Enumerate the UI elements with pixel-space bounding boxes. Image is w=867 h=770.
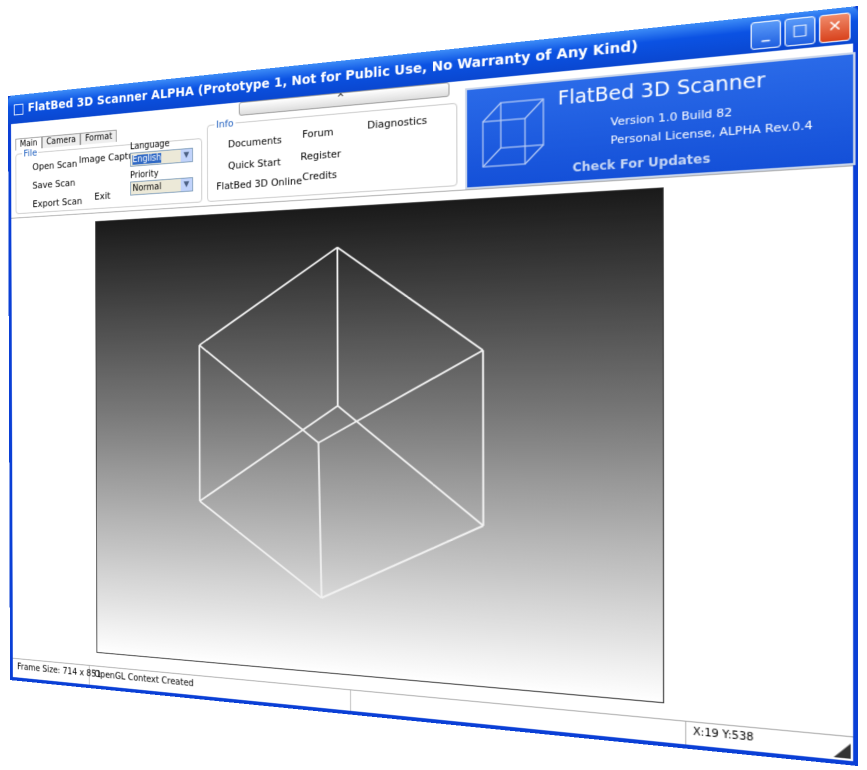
open-scan-button[interactable]: Open Scan [32, 158, 77, 173]
cube-edge [337, 241, 483, 353]
quick-start-link[interactable]: Quick Start [228, 156, 281, 172]
wireframe-cube [96, 188, 663, 702]
register-link[interactable]: Register [300, 148, 341, 163]
export-scan-button[interactable]: Export Scan [32, 195, 82, 209]
close-button[interactable]: ✕ [819, 12, 851, 43]
cube-edge [318, 350, 483, 445]
diagnostics-link[interactable]: Diagnostics [367, 114, 427, 131]
check-updates-link[interactable]: Check For Updates [572, 151, 710, 175]
cube-edge [199, 343, 318, 443]
info-group-label: Info [214, 117, 235, 131]
save-scan-button[interactable]: Save Scan [32, 177, 75, 191]
file-group: File Open Scan Save Scan Export Scan Ima… [15, 138, 202, 214]
flatbed-online-link[interactable]: FlatBed 3D Online [216, 175, 302, 193]
tab-format[interactable]: Format [80, 130, 117, 145]
app-window: FlatBed 3D Scanner ALPHA (Prototype 1, N… [8, 6, 858, 766]
cube-edge [321, 519, 483, 608]
chevron-down-icon: ▼ [181, 178, 193, 191]
exit-button[interactable]: Exit [94, 190, 110, 202]
chevron-down-icon: ▼ [181, 149, 193, 162]
coords-status: X:19 Y:538 [686, 722, 760, 752]
forum-link[interactable]: Forum [302, 126, 333, 141]
tab-camera[interactable]: Camera [42, 133, 81, 148]
frame-size-status: Frame Size: 714 x 851 [13, 659, 90, 685]
language-value: English [132, 153, 161, 165]
minimize-button[interactable]: _ [751, 19, 781, 50]
cube-logo-icon [477, 93, 550, 176]
resize-grip[interactable] [834, 742, 851, 759]
info-group: Info Documents Quick Start FlatBed 3D On… [207, 103, 457, 202]
documents-link[interactable]: Documents [228, 134, 282, 150]
maximize-button[interactable]: □ [785, 16, 816, 47]
cube-edge [318, 443, 321, 598]
cube-edge [200, 501, 322, 598]
chevron-up-icon: ^ [337, 93, 345, 104]
cube-edge [338, 406, 484, 526]
app-icon [14, 103, 24, 115]
cube-edge [200, 405, 338, 506]
credits-link[interactable]: Credits [302, 169, 337, 183]
priority-value: Normal [133, 182, 162, 194]
cube-edge [199, 247, 337, 345]
app-name: FlatBed 3D Scanner [558, 69, 766, 110]
opengl-viewport[interactable] [95, 187, 664, 703]
file-group-label: File [22, 147, 39, 159]
